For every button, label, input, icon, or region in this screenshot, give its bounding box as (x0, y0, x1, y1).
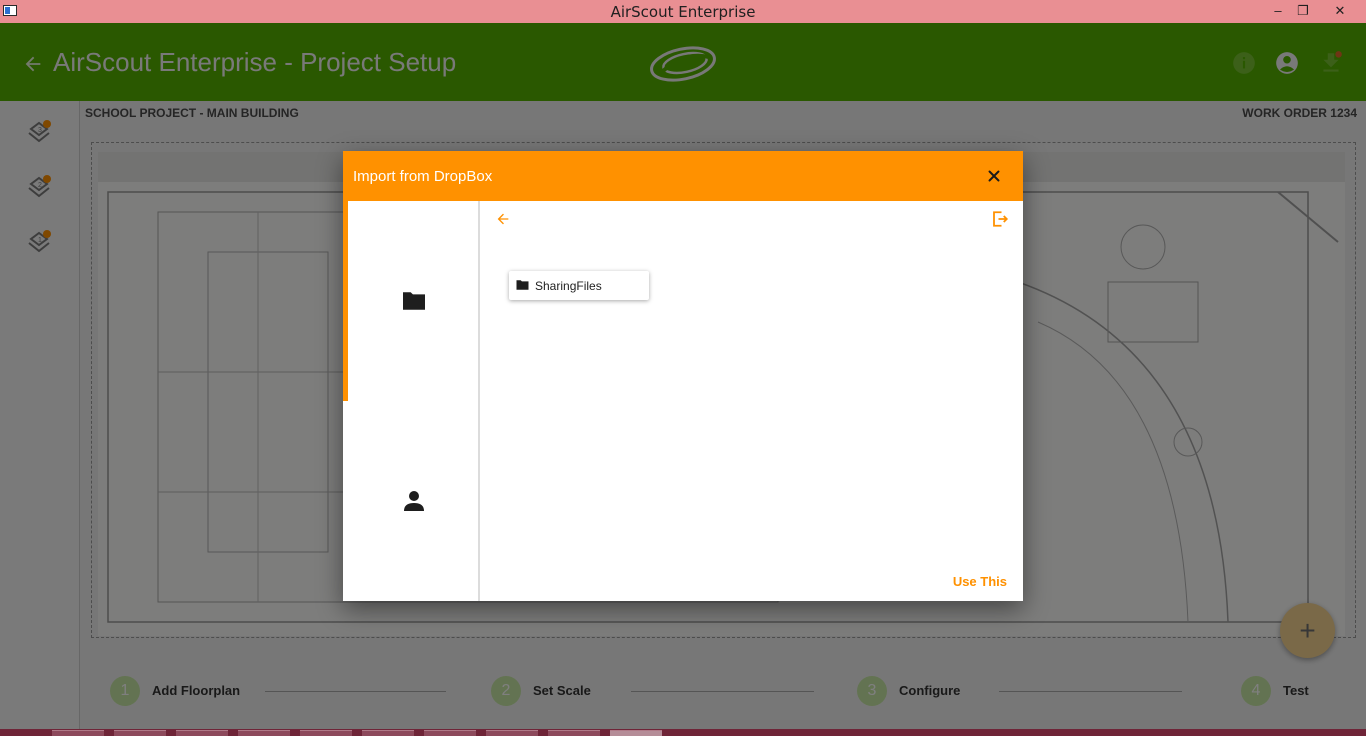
dialog-title: Import from DropBox (353, 168, 493, 185)
window-titlebar: AirScout Enterprise – ❐ ✕ (0, 0, 1366, 23)
taskbar-app[interactable] (362, 730, 414, 736)
taskbar-app[interactable] (114, 730, 166, 736)
restore-button[interactable]: ❐ (1291, 1, 1315, 21)
taskbar-app[interactable] (486, 730, 538, 736)
close-icon[interactable] (985, 167, 1003, 185)
back-arrow-icon[interactable] (495, 211, 511, 227)
tab-account[interactable] (348, 401, 480, 601)
minimize-button[interactable]: – (1266, 1, 1290, 21)
dropbox-import-dialog: Import from DropBox SharingFiles Use Thi… (343, 151, 1023, 601)
folder-name: SharingFiles (535, 279, 602, 293)
tab-files[interactable] (348, 201, 480, 401)
taskbar-app[interactable] (424, 730, 476, 736)
taskbar-app[interactable] (548, 730, 600, 736)
folder-icon (516, 280, 529, 290)
taskbar-app[interactable] (300, 730, 352, 736)
os-taskbar (0, 729, 1366, 736)
folder-item[interactable]: SharingFiles (509, 271, 649, 300)
use-this-button[interactable]: Use This (953, 574, 1007, 589)
person-icon (404, 491, 424, 511)
logout-icon[interactable] (991, 210, 1009, 228)
taskbar-app[interactable] (52, 730, 104, 736)
taskbar-app[interactable] (238, 730, 290, 736)
file-browser-pane: SharingFiles Use This (482, 201, 1023, 601)
taskbar-app[interactable] (176, 730, 228, 736)
window-close-button[interactable]: ✕ (1327, 1, 1353, 21)
dialog-header: Import from DropBox (343, 151, 1023, 201)
folder-icon (403, 292, 425, 310)
dialog-side-tabs (343, 201, 480, 601)
taskbar-app-active[interactable] (610, 730, 662, 736)
window-title: AirScout Enterprise (610, 3, 756, 21)
